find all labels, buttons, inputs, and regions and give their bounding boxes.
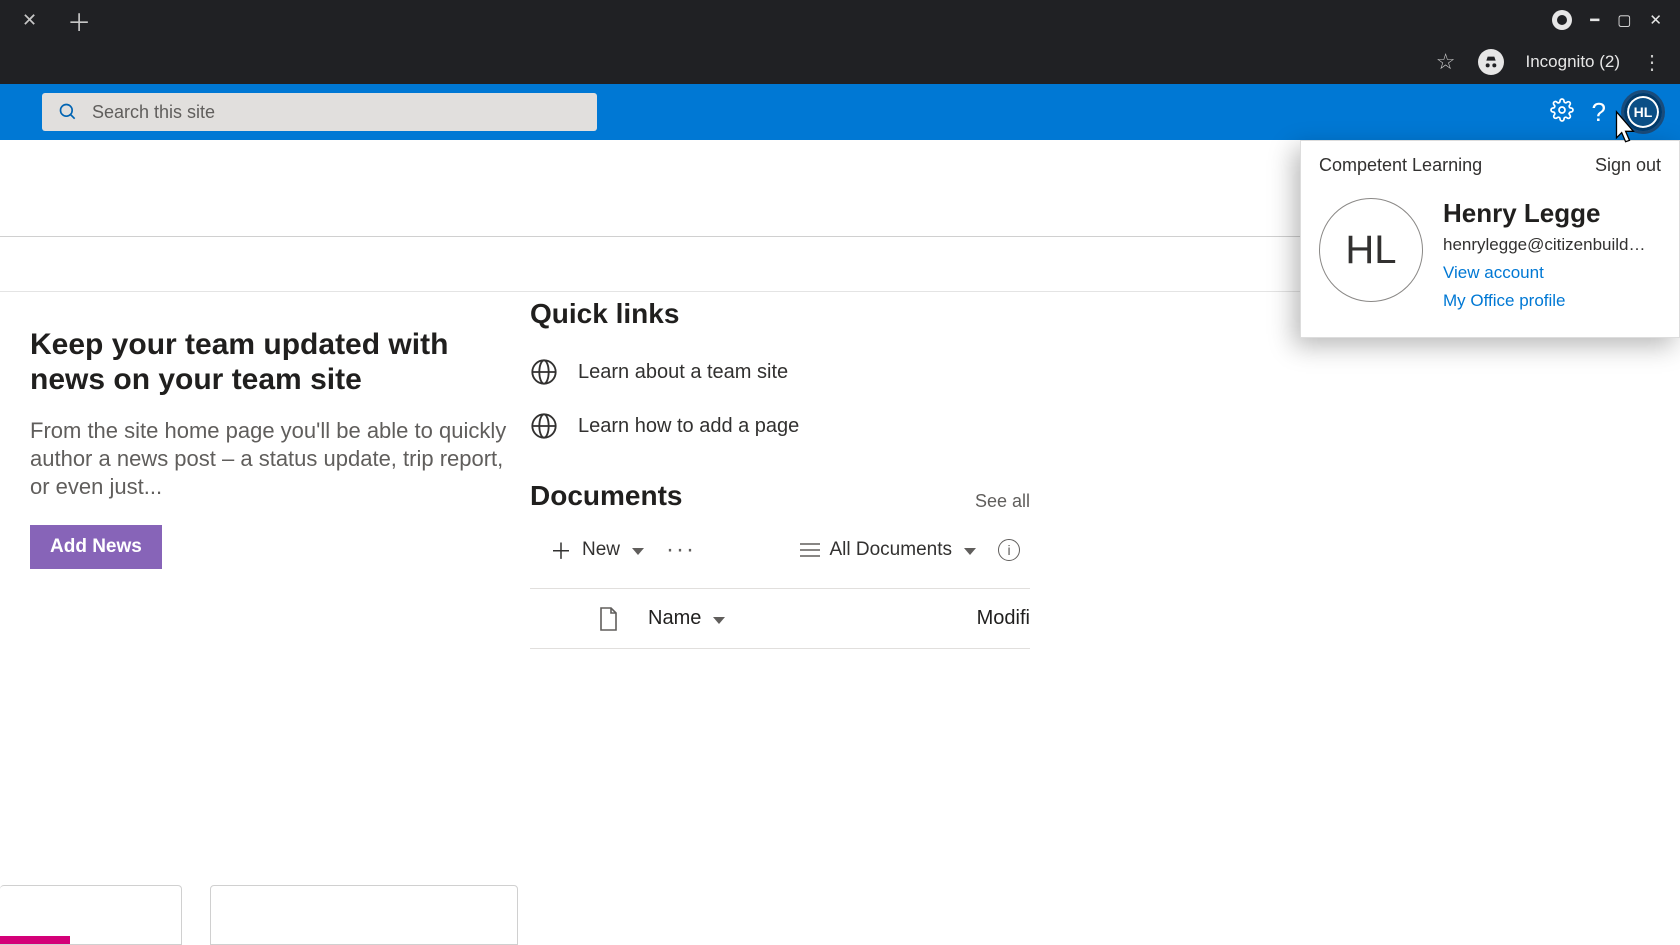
search-icon bbox=[58, 102, 78, 122]
sign-out-link[interactable]: Sign out bbox=[1595, 155, 1661, 176]
minimize-icon[interactable]: ━ bbox=[1590, 11, 1599, 29]
view-label: All Documents bbox=[830, 539, 953, 561]
account-flyout: Competent Learning Sign out HL Henry Leg… bbox=[1300, 140, 1680, 338]
quick-links-heading: Quick links bbox=[530, 298, 1030, 330]
see-all-link[interactable]: See all bbox=[975, 491, 1030, 512]
view-switcher[interactable]: All Documents bbox=[800, 539, 977, 561]
bottom-cards bbox=[0, 885, 518, 945]
quick-link-item[interactable]: Learn how to add a page bbox=[530, 412, 1030, 440]
column-modified-header[interactable]: Modifi bbox=[977, 607, 1030, 630]
org-name: Competent Learning bbox=[1319, 155, 1482, 176]
chevron-down-icon bbox=[711, 607, 725, 630]
browser-menu-icon[interactable]: ⋮ bbox=[1642, 50, 1662, 75]
more-actions-icon[interactable]: ··· bbox=[666, 536, 696, 564]
list-view-icon bbox=[800, 542, 820, 558]
table-header-row: Name Modifi bbox=[530, 589, 1030, 649]
browser-chrome: ✕ ＋ ━ ▢ ✕ ☆ Incognito (2) ⋮ bbox=[0, 0, 1680, 84]
maximize-icon[interactable]: ▢ bbox=[1617, 11, 1631, 29]
search-input[interactable]: Search this site bbox=[42, 93, 597, 131]
chevron-down-icon bbox=[962, 539, 976, 561]
sharepoint-header: Search this site ? HL bbox=[0, 84, 1680, 140]
news-body-text: From the site home page you'll be able t… bbox=[30, 417, 510, 501]
account-avatar-large: HL bbox=[1319, 198, 1423, 302]
file-type-icon bbox=[598, 607, 618, 631]
incognito-label[interactable]: Incognito (2) bbox=[1526, 52, 1621, 72]
settings-gear-icon[interactable] bbox=[1550, 98, 1574, 127]
office-profile-link[interactable]: My Office profile bbox=[1443, 291, 1653, 311]
add-news-button[interactable]: Add News bbox=[30, 525, 162, 569]
help-icon[interactable]: ? bbox=[1592, 97, 1606, 128]
user-full-name: Henry Legge bbox=[1443, 198, 1653, 229]
info-icon[interactable]: i bbox=[998, 539, 1020, 561]
quick-link-label: Learn about a team site bbox=[578, 361, 788, 384]
card-placeholder[interactable] bbox=[210, 885, 518, 945]
quick-link-item[interactable]: Learn about a team site bbox=[530, 358, 1030, 386]
new-label: New bbox=[582, 539, 620, 561]
address-row: ☆ Incognito (2) ⋮ bbox=[0, 40, 1680, 84]
new-tab-icon[interactable]: ＋ bbox=[67, 3, 91, 38]
close-window-icon[interactable]: ✕ bbox=[1649, 11, 1662, 29]
card-accent bbox=[0, 936, 70, 944]
incognito-icon[interactable] bbox=[1478, 49, 1504, 75]
account-shield-icon[interactable] bbox=[1552, 10, 1572, 30]
plus-icon: ＋ bbox=[550, 534, 572, 566]
globe-icon bbox=[530, 412, 558, 440]
documents-table: Name Modifi bbox=[530, 588, 1030, 649]
search-placeholder: Search this site bbox=[92, 102, 215, 123]
news-heading: Keep your team updated with news on your… bbox=[30, 328, 510, 397]
tab-row: ✕ ＋ ━ ▢ ✕ bbox=[0, 0, 1680, 40]
globe-icon bbox=[530, 358, 558, 386]
bookmark-star-icon[interactable]: ☆ bbox=[1436, 49, 1456, 75]
news-section: Keep your team updated with news on your… bbox=[0, 292, 530, 649]
card-placeholder[interactable] bbox=[0, 885, 182, 945]
view-account-link[interactable]: View account bbox=[1443, 263, 1653, 283]
user-email: henrylegge@citizenbuilders.o... bbox=[1443, 235, 1653, 255]
close-tab-icon[interactable]: ✕ bbox=[22, 10, 37, 31]
column-name-header[interactable]: Name bbox=[648, 607, 725, 630]
chevron-down-icon bbox=[630, 539, 644, 561]
new-document-button[interactable]: ＋ New bbox=[550, 534, 644, 566]
documents-heading: Documents bbox=[530, 480, 682, 512]
account-avatar-button[interactable]: HL bbox=[1624, 93, 1662, 131]
documents-toolbar: ＋ New ··· All Documents i bbox=[530, 534, 1030, 566]
quick-link-label: Learn how to add a page bbox=[578, 415, 799, 438]
